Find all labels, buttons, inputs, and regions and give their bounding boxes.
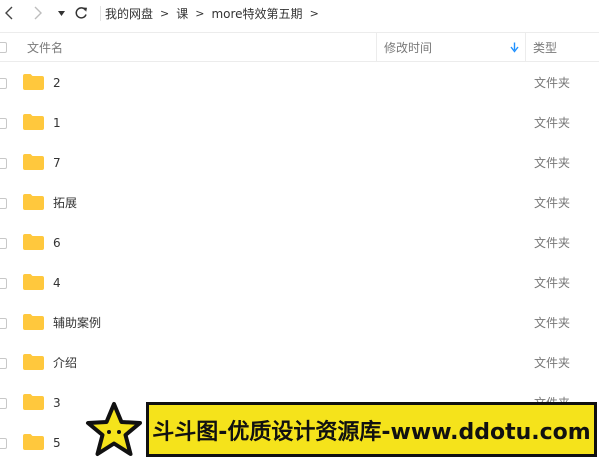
table-row[interactable]: 拓展 文件夹 — [0, 183, 599, 223]
chevron-right-icon — [34, 6, 42, 20]
toolbar-divider — [100, 6, 101, 21]
column-divider[interactable] — [525, 33, 526, 61]
column-header-modified[interactable]: 修改时间 — [384, 33, 432, 61]
table-row[interactable]: 1 文件夹 — [0, 103, 599, 143]
file-name[interactable]: 1 — [53, 103, 61, 143]
file-type: 文件夹 — [534, 276, 571, 290]
sort-arrow-icon[interactable] — [510, 33, 519, 61]
file-name[interactable]: 3 — [53, 383, 61, 423]
watermark-text: 斗斗图-优质设计资源库-www.ddotu.com — [152, 419, 591, 445]
folder-icon — [23, 234, 44, 250]
row-checkbox[interactable] — [0, 118, 7, 129]
file-name[interactable]: 拓展 — [53, 183, 77, 223]
folder-icon — [23, 314, 44, 330]
table-row[interactable]: 4 文件夹 — [0, 263, 599, 303]
folder-icon — [23, 354, 44, 370]
column-divider[interactable] — [376, 33, 377, 61]
row-checkbox[interactable] — [0, 198, 7, 209]
file-type: 文件夹 — [534, 356, 571, 370]
file-type: 文件夹 — [534, 156, 571, 170]
table-row[interactable]: 辅助案例 文件夹 — [0, 303, 599, 343]
row-checkbox[interactable] — [0, 278, 7, 289]
file-name[interactable]: 4 — [53, 263, 61, 303]
toolbar: 我的网盘 > 课 > more特效第五期 > — [0, 0, 599, 27]
table-row[interactable]: 6 文件夹 — [0, 223, 599, 263]
folder-icon — [23, 154, 44, 170]
file-name[interactable]: 6 — [53, 223, 61, 263]
history-dropdown-button[interactable] — [57, 4, 65, 22]
row-checkbox[interactable] — [0, 398, 7, 409]
file-name[interactable]: 介绍 — [53, 343, 77, 383]
refresh-icon — [75, 7, 87, 19]
row-checkbox[interactable] — [0, 78, 7, 89]
folder-icon — [23, 194, 44, 210]
table-row[interactable]: 2 文件夹 — [0, 63, 599, 103]
folder-icon — [23, 274, 44, 290]
breadcrumb-item-current[interactable]: more特效第五期 — [211, 5, 302, 22]
table-row[interactable]: 7 文件夹 — [0, 143, 599, 183]
chevron-left-icon — [5, 6, 13, 20]
select-all-checkbox[interactable] — [0, 33, 7, 61]
caret-down-icon — [57, 10, 65, 16]
folder-icon — [23, 74, 44, 90]
file-name[interactable]: 辅助案例 — [53, 303, 101, 343]
breadcrumb-separator: > — [309, 7, 319, 20]
file-name[interactable]: 7 — [53, 143, 61, 183]
star-icon — [86, 402, 142, 456]
folder-icon — [23, 114, 44, 130]
file-type: 文件夹 — [534, 196, 571, 210]
column-header-type[interactable]: 类型 — [533, 33, 557, 61]
breadcrumb-separator: > — [160, 7, 170, 20]
file-name[interactable]: 5 — [53, 423, 61, 463]
breadcrumb: 我的网盘 > 课 > more特效第五期 > — [105, 0, 326, 27]
refresh-button[interactable] — [73, 4, 89, 22]
watermark-box: 斗斗图-优质设计资源库-www.ddotu.com — [146, 402, 597, 457]
column-header-name[interactable]: 文件名 — [27, 33, 63, 61]
forward-button[interactable] — [33, 4, 43, 22]
watermark-banner: 斗斗图-优质设计资源库-www.ddotu.com — [84, 401, 599, 459]
row-checkbox[interactable] — [0, 158, 7, 169]
file-type: 文件夹 — [534, 76, 571, 90]
file-type: 文件夹 — [534, 316, 571, 330]
row-checkbox[interactable] — [0, 238, 7, 249]
file-type: 文件夹 — [534, 236, 571, 250]
breadcrumb-item-root[interactable]: 我的网盘 — [105, 5, 153, 22]
breadcrumb-item-course[interactable]: 课 — [176, 5, 188, 22]
folder-icon — [23, 394, 44, 410]
checkbox[interactable] — [0, 41, 7, 53]
row-checkbox[interactable] — [0, 358, 7, 369]
file-name[interactable]: 2 — [53, 63, 61, 103]
breadcrumb-separator: > — [195, 7, 205, 20]
table-header: 文件名 修改时间 类型 — [0, 32, 599, 62]
table-row[interactable]: 介绍 文件夹 — [0, 343, 599, 383]
back-button[interactable] — [4, 4, 14, 22]
folder-icon — [23, 434, 44, 450]
row-checkbox[interactable] — [0, 318, 7, 329]
row-checkbox[interactable] — [0, 438, 7, 449]
file-type: 文件夹 — [534, 116, 571, 130]
